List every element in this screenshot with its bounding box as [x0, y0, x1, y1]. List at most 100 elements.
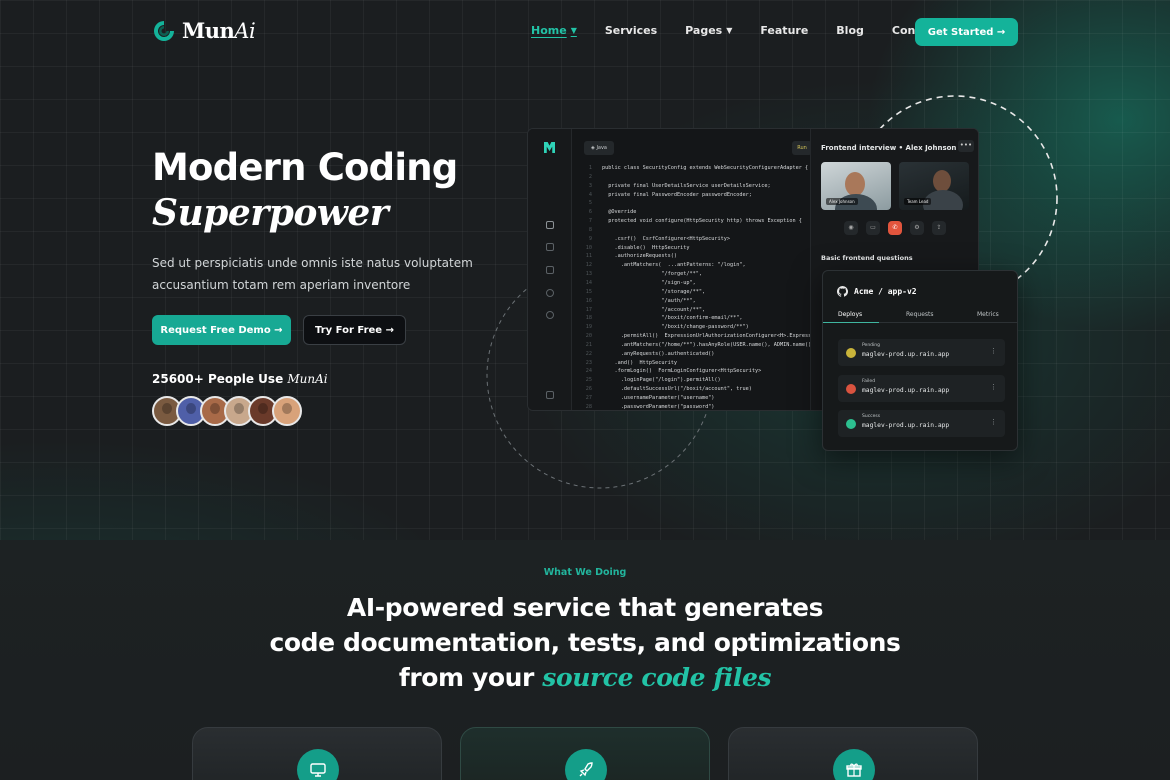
line-number: 12 — [585, 262, 592, 269]
logout-icon[interactable] — [546, 391, 554, 399]
tab-requests[interactable]: Requests — [906, 311, 934, 318]
deploy-item-pending[interactable]: Pending maglev-prod.up.rain.app ⋮ — [838, 339, 1005, 366]
code-text: .antMatchers( ...antPatterns: "/login", — [602, 262, 746, 269]
code-text: .authorizeRequests() — [602, 253, 677, 260]
interview-title: Frontend interview • Alex Johnson — [821, 144, 957, 152]
code-text: "/storage/**", — [602, 288, 706, 295]
code-text: .csrf() CsrfConfigurer<HttpSecurity> — [602, 235, 731, 242]
code-text: .antMatchers("/home/**").hasAnyRole(USER… — [602, 341, 815, 348]
monitor-code-icon — [297, 749, 339, 780]
line-number: 20 — [585, 333, 592, 340]
tab-metrics[interactable]: Metrics — [977, 311, 999, 318]
line-number: 28 — [585, 403, 592, 410]
line-number: 21 — [585, 341, 592, 348]
deploy-panel: Acme / app-v2 Deploys Requests Metrics P… — [822, 270, 1018, 451]
line-number: 9 — [588, 235, 592, 242]
line-number: 7 — [588, 218, 592, 225]
kebab-menu-icon[interactable]: ⋮ — [990, 347, 997, 355]
video-caption: Team Lead — [904, 198, 932, 205]
success-status-icon — [846, 419, 856, 429]
line-number: 14 — [585, 279, 592, 286]
line-number: 13 — [585, 271, 592, 278]
line-number: 2 — [588, 173, 592, 180]
rocket-icon — [565, 749, 607, 780]
code-text: .passwordParameter("password") — [602, 403, 715, 410]
code-text: "/boxit/change-password/**") — [602, 324, 749, 331]
share-icon[interactable]: ⇪ — [932, 221, 946, 235]
service-card-3[interactable] — [728, 727, 978, 780]
pending-status-icon — [846, 348, 856, 358]
section-title: AI-powered service that generates code d… — [269, 593, 901, 692]
failed-status-icon — [846, 384, 856, 394]
line-number: 26 — [585, 386, 592, 393]
line-number: 6 — [588, 209, 592, 216]
code-text: public class SecurityConfig extends WebS… — [602, 165, 809, 171]
code-text: "/auth/**", — [602, 297, 696, 304]
code-text: private final UserDetailsService userDet… — [602, 182, 771, 189]
code-text: .anyRequests().authenticated() — [602, 350, 715, 357]
code-text: "/forget/**", — [602, 271, 702, 278]
home-icon[interactable] — [546, 221, 554, 229]
code-text: .and() HttpSecurity — [602, 359, 677, 366]
line-number: 17 — [585, 306, 592, 313]
video-icon[interactable]: ▭ — [866, 221, 880, 235]
video-participant-left: Alex Johnson — [821, 162, 891, 210]
line-number: 8 — [588, 226, 592, 233]
line-number: 24 — [585, 368, 592, 375]
kebab-menu-icon[interactable]: ⋮ — [990, 418, 997, 426]
code-text: protected void configure(HttpSecurity ht… — [602, 218, 802, 225]
gift-icon — [833, 749, 875, 780]
questions-title: Basic frontend questions — [821, 254, 913, 262]
line-number: 25 — [585, 377, 592, 384]
deploy-item-failed[interactable]: Failed maglev-prod.up.rain.app ⋮ — [838, 375, 1005, 402]
chat-icon[interactable] — [546, 266, 554, 274]
editor-sidebar — [528, 129, 572, 410]
line-number: 10 — [585, 244, 592, 251]
line-number: 5 — [588, 200, 592, 207]
tab-deploys[interactable]: Deploys — [838, 311, 862, 318]
line-number: 3 — [588, 182, 592, 189]
code-text: .disable() HttpSecurity — [602, 244, 690, 251]
line-number: 16 — [585, 297, 592, 304]
settings-icon[interactable]: ⚙ — [910, 221, 924, 235]
line-number: 23 — [585, 359, 592, 366]
line-number: 22 — [585, 350, 592, 357]
calendar-icon[interactable] — [546, 243, 554, 251]
code-text: .loginPage("/login").permitAll() — [602, 377, 721, 384]
participant-figure — [933, 170, 951, 192]
code-text: "/sign-up", — [602, 279, 696, 286]
service-card-1[interactable] — [192, 727, 442, 780]
end-call-icon[interactable]: ✆ — [888, 221, 902, 235]
service-card-2[interactable] — [460, 727, 710, 780]
code-editor: ◈ Java Run >_ 1public class SecurityConf… — [572, 129, 858, 410]
run-button[interactable]: Run — [792, 141, 812, 155]
deploy-item-success[interactable]: Success maglev-prod.up.rain.app ⋮ — [838, 410, 1005, 437]
code-text: "/boxit/confirm-email/**", — [602, 315, 743, 322]
more-options-button[interactable]: ••• — [958, 140, 974, 152]
line-number: 19 — [585, 324, 592, 331]
code-text: .usernameParameter("username") — [602, 394, 715, 401]
line-number: 4 — [588, 191, 592, 198]
camera-icon[interactable]: ◉ — [844, 221, 858, 235]
line-number: 27 — [585, 394, 592, 401]
repo-title: Acme / app-v2 — [837, 286, 917, 297]
file-tab[interactable]: ◈ Java — [584, 141, 614, 155]
user-icon[interactable] — [546, 289, 554, 297]
line-number: 18 — [585, 315, 592, 322]
line-number: 1 — [588, 165, 592, 171]
settings-icon[interactable] — [546, 311, 554, 319]
app-logo-icon — [544, 142, 555, 153]
kebab-menu-icon[interactable]: ⋮ — [990, 383, 997, 391]
participant-figure — [845, 172, 865, 196]
section-eyebrow: What We Doing — [543, 567, 627, 578]
github-icon — [837, 286, 848, 297]
code-text: private final PasswordEncoder passwordEn… — [602, 191, 752, 198]
code-text: "/account/**", — [602, 306, 706, 313]
deploy-tabs: Deploys Requests Metrics — [823, 309, 1017, 323]
code-text: @Override — [602, 209, 637, 216]
line-number: 11 — [585, 253, 592, 260]
video-participant-right: Team Lead — [899, 162, 969, 210]
active-tab-indicator — [823, 322, 879, 323]
video-caption: Alex Johnson — [826, 198, 858, 205]
code-text: .defaultSuccessUrl("/boxit/account", tru… — [602, 386, 752, 393]
